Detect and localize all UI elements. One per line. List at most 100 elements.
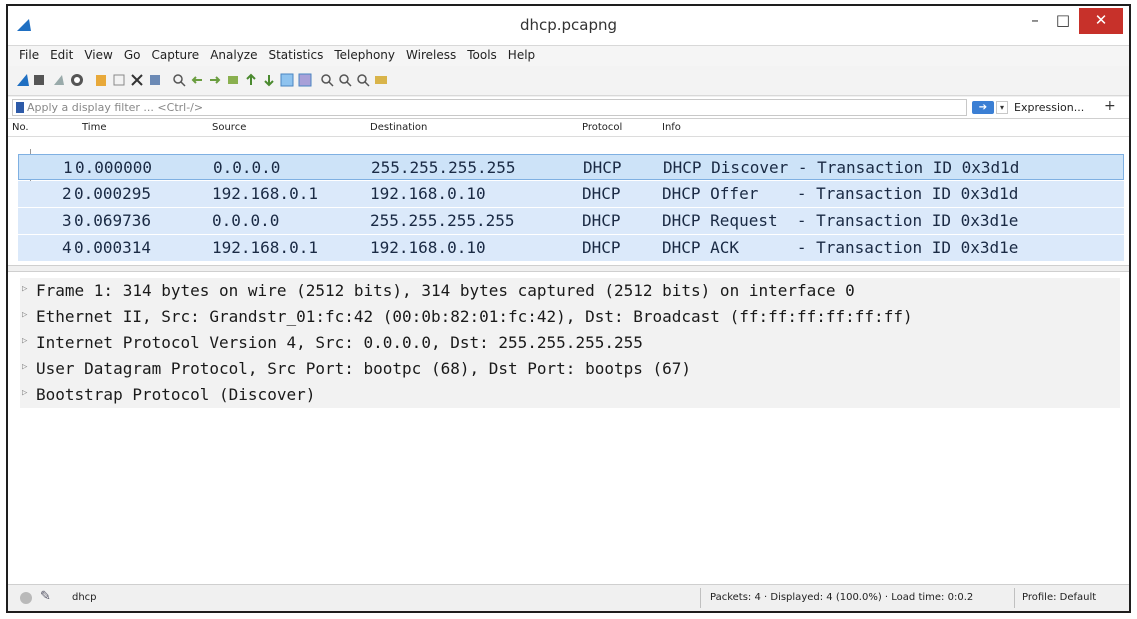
detail-text: Frame 1: 314 bytes on wire (2512 bits), … bbox=[36, 281, 855, 300]
expert-info-icon[interactable] bbox=[20, 592, 32, 604]
packet-row[interactable]: 1 0.000000 0.0.0.0 255.255.255.255 DHCP … bbox=[18, 154, 1124, 180]
packet-destination: 255.255.255.255 bbox=[371, 158, 516, 177]
packet-destination: 192.168.0.10 bbox=[370, 238, 486, 257]
find-packet-icon[interactable] bbox=[172, 73, 186, 87]
start-capture-icon[interactable] bbox=[16, 73, 30, 87]
detail-text: Ethernet II, Src: Grandstr_01:fc:42 (00:… bbox=[36, 307, 913, 326]
detail-row-ethernet[interactable]: ▷ Ethernet II, Src: Grandstr_01:fc:42 (0… bbox=[20, 304, 1120, 330]
packet-protocol: DHCP bbox=[582, 211, 621, 230]
expand-arrow-icon[interactable]: ▷ bbox=[22, 336, 27, 346]
first-packet-icon[interactable] bbox=[244, 73, 258, 87]
normal-size-icon[interactable] bbox=[356, 73, 370, 87]
menu-file[interactable]: File bbox=[19, 48, 39, 62]
detail-text: User Datagram Protocol, Src Port: bootpc… bbox=[36, 359, 692, 378]
packet-time: 0.000314 bbox=[74, 238, 152, 257]
expand-arrow-icon[interactable]: ▷ bbox=[22, 310, 27, 320]
menu-view[interactable]: View bbox=[84, 48, 112, 62]
display-filter-bar: Apply a display filter ... <Ctrl-/> ➔ ▾ … bbox=[8, 97, 1129, 119]
reload-file-icon[interactable] bbox=[148, 73, 162, 87]
capture-options-icon[interactable] bbox=[70, 73, 84, 87]
save-file-icon[interactable] bbox=[112, 73, 126, 87]
packet-row[interactable]: 4 0.000314 192.168.0.1 192.168.0.10 DHCP… bbox=[18, 235, 1124, 261]
column-source[interactable]: Source bbox=[212, 122, 246, 133]
detail-row-bootp[interactable]: ▷ Bootstrap Protocol (Discover) bbox=[20, 382, 1120, 408]
column-time[interactable]: Time bbox=[82, 122, 106, 133]
colorize-icon[interactable] bbox=[298, 73, 312, 87]
last-packet-icon[interactable] bbox=[262, 73, 276, 87]
detail-text: Bootstrap Protocol (Discover) bbox=[36, 385, 316, 404]
status-divider bbox=[1014, 588, 1015, 608]
window-title: dhcp.pcapng bbox=[519, 16, 618, 34]
bookmark-icon[interactable] bbox=[16, 102, 24, 113]
detail-row-frame[interactable]: ▷ Frame 1: 314 bytes on wire (2512 bits)… bbox=[20, 278, 1120, 304]
packet-no: 2 bbox=[62, 184, 72, 203]
close-button[interactable]: ✕ bbox=[1079, 8, 1123, 34]
go-forward-icon[interactable] bbox=[208, 73, 222, 87]
go-back-icon[interactable] bbox=[190, 73, 204, 87]
packet-protocol: DHCP bbox=[583, 158, 622, 177]
menu-statistics[interactable]: Statistics bbox=[268, 48, 323, 62]
menu-go[interactable]: Go bbox=[124, 48, 141, 62]
menu-bar: File Edit View Go Capture Analyze Statistics Te… bbox=[8, 46, 1129, 66]
close-file-icon[interactable] bbox=[130, 73, 144, 87]
packet-source: 0.0.0.0 bbox=[213, 158, 281, 177]
display-filter-input[interactable]: Apply a display filter ... <Ctrl-/> bbox=[12, 99, 967, 116]
expand-arrow-icon[interactable]: ▷ bbox=[22, 362, 27, 372]
zoom-in-icon[interactable] bbox=[320, 73, 334, 87]
minimize-button[interactable]: – bbox=[1021, 8, 1049, 34]
open-file-icon[interactable] bbox=[94, 73, 108, 87]
packet-info: DHCP ACK - Transaction ID 0x3d1e bbox=[662, 238, 1019, 257]
packet-info: DHCP Request - Transaction ID 0x3d1e bbox=[662, 211, 1019, 230]
detail-row-udp[interactable]: ▷ User Datagram Protocol, Src Port: boot… bbox=[20, 356, 1120, 382]
column-info[interactable]: Info bbox=[662, 122, 681, 133]
menu-help[interactable]: Help bbox=[508, 48, 535, 62]
apply-filter-button[interactable]: ➔ bbox=[972, 101, 994, 114]
expression-button[interactable]: Expression... bbox=[1014, 101, 1084, 114]
filter-history-dropdown[interactable]: ▾ bbox=[996, 101, 1008, 114]
menu-telephony[interactable]: Telephony bbox=[334, 48, 395, 62]
packet-no: 3 bbox=[62, 211, 72, 230]
zoom-out-icon[interactable] bbox=[338, 73, 352, 87]
packet-info: DHCP Offer - Transaction ID 0x3d1d bbox=[662, 184, 1019, 203]
column-no[interactable]: No. bbox=[12, 122, 29, 133]
title-bar: dhcp.pcapng – □ ✕ bbox=[8, 6, 1129, 46]
packet-list-header: No. Time Source Destination Protocol Inf… bbox=[8, 119, 1129, 137]
menu-tools[interactable]: Tools bbox=[467, 48, 497, 62]
add-filter-button[interactable]: + bbox=[1104, 98, 1116, 114]
go-to-packet-icon[interactable] bbox=[226, 73, 240, 87]
restart-capture-icon[interactable] bbox=[52, 73, 66, 87]
packet-time: 0.000000 bbox=[75, 158, 153, 177]
column-protocol[interactable]: Protocol bbox=[582, 122, 622, 133]
packet-info: DHCP Discover - Transaction ID 0x3d1d bbox=[663, 158, 1020, 177]
packet-row[interactable]: 3 0.069736 0.0.0.0 255.255.255.255 DHCP … bbox=[18, 208, 1124, 234]
packet-protocol: DHCP bbox=[582, 184, 621, 203]
profile-switcher[interactable]: Profile: Default bbox=[1022, 592, 1096, 603]
menu-capture[interactable]: Capture bbox=[151, 48, 199, 62]
packet-time: 0.000295 bbox=[74, 184, 152, 203]
menu-analyze[interactable]: Analyze bbox=[210, 48, 257, 62]
packet-details-pane: ▷ Frame 1: 314 bytes on wire (2512 bits)… bbox=[8, 271, 1129, 584]
status-divider bbox=[700, 588, 701, 608]
packet-no: 1 bbox=[63, 158, 73, 177]
packet-source: 0.0.0.0 bbox=[212, 211, 280, 230]
packet-no: 4 bbox=[62, 238, 72, 257]
maximize-button[interactable]: □ bbox=[1049, 8, 1077, 34]
resize-columns-icon[interactable] bbox=[374, 73, 388, 87]
menu-wireless[interactable]: Wireless bbox=[406, 48, 456, 62]
status-bar: ✎ dhcp Packets: 4 · Displayed: 4 (100.0%… bbox=[8, 584, 1129, 611]
packet-destination: 192.168.0.10 bbox=[370, 184, 486, 203]
packet-source: 192.168.0.1 bbox=[212, 238, 318, 257]
status-file-name: dhcp bbox=[72, 592, 97, 603]
capture-comment-icon[interactable]: ✎ bbox=[40, 589, 51, 604]
detail-row-ipv4[interactable]: ▷ Internet Protocol Version 4, Src: 0.0.… bbox=[20, 330, 1120, 356]
packet-source: 192.168.0.1 bbox=[212, 184, 318, 203]
expand-arrow-icon[interactable]: ▷ bbox=[22, 388, 27, 398]
column-destination[interactable]: Destination bbox=[370, 122, 427, 133]
status-packets: Packets: 4 · Displayed: 4 (100.0%) · Loa… bbox=[710, 592, 974, 603]
stop-capture-icon[interactable] bbox=[34, 75, 44, 85]
menu-edit[interactable]: Edit bbox=[50, 48, 73, 62]
packet-destination: 255.255.255.255 bbox=[370, 211, 515, 230]
auto-scroll-icon[interactable] bbox=[280, 73, 294, 87]
packet-row[interactable]: 2 0.000295 192.168.0.1 192.168.0.10 DHCP… bbox=[18, 181, 1124, 207]
expand-arrow-icon[interactable]: ▷ bbox=[22, 284, 27, 294]
